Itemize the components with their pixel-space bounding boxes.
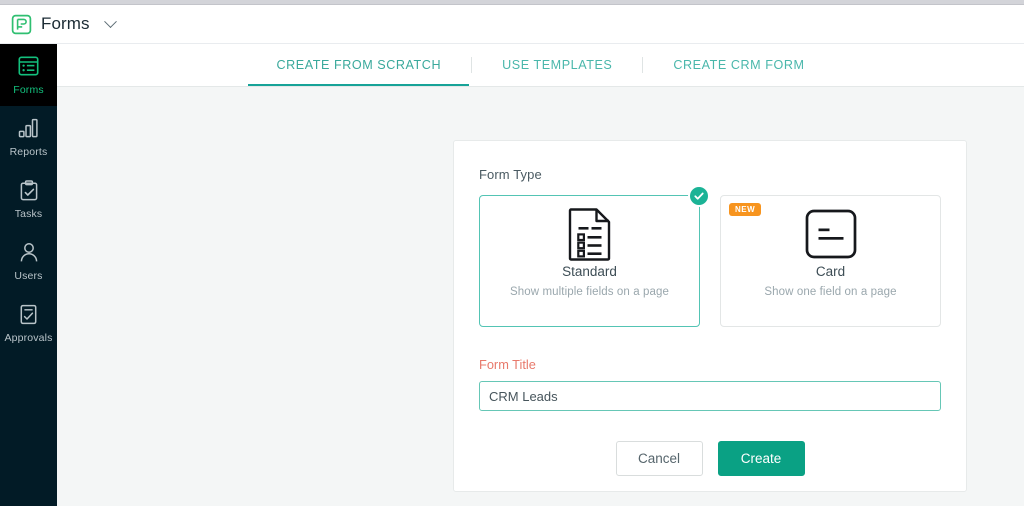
chevron-down-icon[interactable] xyxy=(106,20,115,29)
form-type-label: Form Type xyxy=(479,167,941,182)
sidebar-item-approvals[interactable]: Approvals xyxy=(0,292,57,354)
tab-label: CREATE FROM SCRATCH xyxy=(276,58,441,72)
sidebar-item-label: Users xyxy=(14,270,42,282)
sidebar-item-users[interactable]: Users xyxy=(0,230,57,292)
cancel-button[interactable]: Cancel xyxy=(616,441,703,476)
main-content: Form Type xyxy=(57,87,1024,506)
sidebar-item-reports[interactable]: Reports xyxy=(0,106,57,168)
create-form-panel: Form Type xyxy=(453,140,967,492)
new-badge: NEW xyxy=(729,203,761,216)
sidebar-item-label: Forms xyxy=(13,84,44,96)
form-type-options: Standard Show multiple fields on a page … xyxy=(479,195,941,327)
form-type-card-card[interactable]: NEW Card Show one field on a page xyxy=(720,195,941,327)
tab-create-from-scratch[interactable]: CREATE FROM SCRATCH xyxy=(246,44,471,86)
tab-label: CREATE CRM FORM xyxy=(673,58,804,72)
sidebar-item-forms[interactable]: Forms xyxy=(0,44,57,106)
forms-list-icon xyxy=(18,55,39,78)
clipboard-check-icon xyxy=(19,179,39,202)
user-icon xyxy=(19,241,39,264)
sidebar-item-label: Approvals xyxy=(4,332,52,344)
app-header: Forms xyxy=(0,5,1024,44)
sidebar-item-label: Reports xyxy=(10,146,48,158)
document-list-icon xyxy=(568,196,612,262)
forms-logo-icon xyxy=(11,14,32,35)
page-title: Forms xyxy=(41,14,90,34)
tab-use-templates[interactable]: USE TEMPLATES xyxy=(472,44,642,86)
check-icon xyxy=(688,185,710,207)
form-title-input[interactable] xyxy=(479,381,941,411)
form-type-card-standard[interactable]: Standard Show multiple fields on a page xyxy=(479,195,700,327)
sidebar-item-label: Tasks xyxy=(15,208,43,220)
app-root: Forms Forms xyxy=(0,0,1024,506)
approval-doc-icon xyxy=(19,303,38,326)
form-type-name: Card xyxy=(816,264,845,279)
card-lines-icon xyxy=(805,196,857,262)
panel-actions: Cancel Create xyxy=(479,441,941,476)
sidebar-item-tasks[interactable]: Tasks xyxy=(0,168,57,230)
tab-bar: CREATE FROM SCRATCH USE TEMPLATES CREATE… xyxy=(57,44,1024,87)
form-title-label: Form Title xyxy=(479,357,941,372)
form-type-description: Show one field on a page xyxy=(764,286,896,298)
tab-create-crm-form[interactable]: CREATE CRM FORM xyxy=(643,44,834,86)
form-type-name: Standard xyxy=(562,264,617,279)
sidebar: Forms Reports Tasks xyxy=(0,44,57,506)
bar-chart-icon xyxy=(18,117,40,140)
form-type-description: Show multiple fields on a page xyxy=(510,286,669,298)
create-button[interactable]: Create xyxy=(718,441,805,476)
tab-label: USE TEMPLATES xyxy=(502,58,612,72)
